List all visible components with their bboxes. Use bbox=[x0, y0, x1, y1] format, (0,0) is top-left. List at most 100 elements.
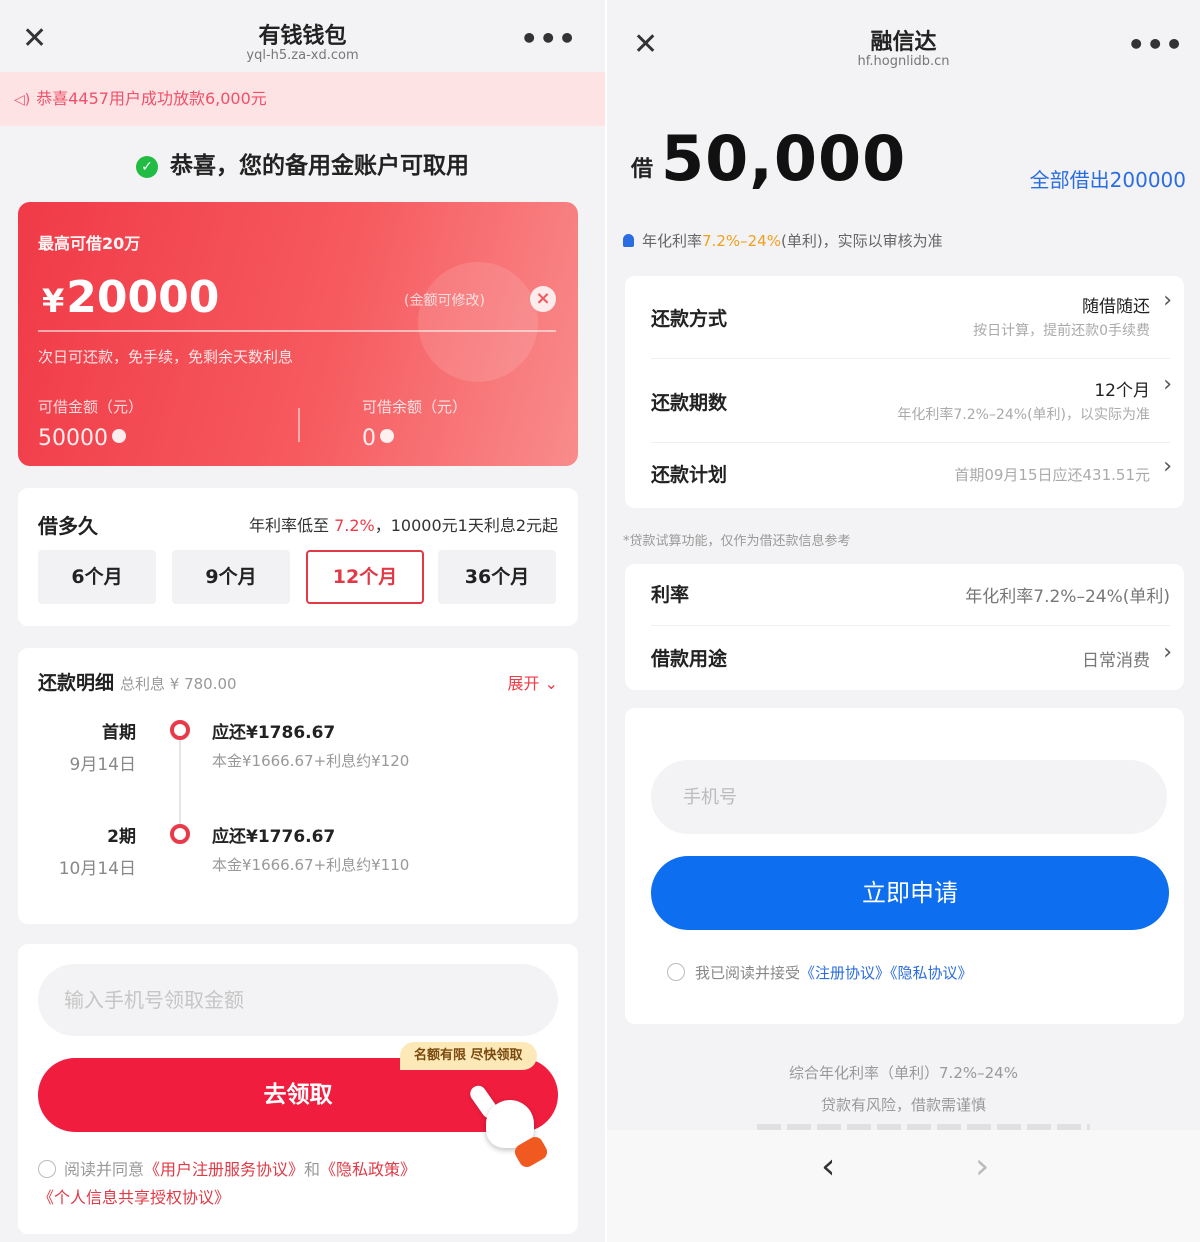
term-rate-text: 年利率低至 7.2%，10000元1天利息2元起 bbox=[249, 512, 558, 536]
page-title: 有钱钱包 bbox=[258, 24, 347, 49]
borrow-all-link[interactable]: 全部借出200000 bbox=[1030, 164, 1186, 193]
available-amount-value: 50000 bbox=[38, 426, 108, 451]
decoration-graphic bbox=[418, 262, 538, 382]
divider bbox=[651, 442, 1170, 443]
term-option-36[interactable]: 36个月 bbox=[438, 550, 556, 604]
forward-arrow-icon[interactable]: › bbox=[975, 1146, 989, 1187]
left-screen: ✕ 有钱钱包 yql-h5.za-xd.com ••• ◁) 恭喜4457用户成功… bbox=[0, 0, 605, 1242]
editable-hint: (金额可修改) bbox=[404, 293, 485, 309]
agree-prefix: 阅读并同意 bbox=[64, 1160, 145, 1179]
period-date: 9月14日 bbox=[69, 755, 136, 775]
check-icon: ✓ bbox=[136, 156, 158, 178]
footer-rate-note: 综合年化利率（单利）7.2%–24% bbox=[789, 1064, 1018, 1082]
repayment-plan-row[interactable]: 还款计划 首期09月15日应还431.51元 › bbox=[625, 444, 1184, 508]
more-menu-icon[interactable]: ••• bbox=[1127, 28, 1184, 61]
page-title: 融信达 bbox=[870, 30, 937, 55]
term-option-12[interactable]: 12个月 bbox=[306, 550, 424, 604]
expand-button[interactable]: 展开 ⌄ bbox=[507, 670, 558, 694]
row-value: 年化利率7.2%–24%(单利) bbox=[965, 587, 1170, 607]
total-interest: 总利息 ¥ 780.00 bbox=[120, 675, 237, 693]
rate-note-prefix: 年化利率 bbox=[642, 232, 703, 250]
borrow-label: 借 bbox=[631, 157, 654, 182]
right-header: ✕ 融信达 hf.hognlidb.cn ••• bbox=[607, 0, 1200, 80]
info-icon[interactable] bbox=[112, 429, 126, 443]
row-value: 随借随还 bbox=[1082, 297, 1150, 317]
more-menu-icon[interactable]: ••• bbox=[520, 22, 577, 55]
loan-notice-bar: ◁) 恭喜4457用户成功放款6,000元 bbox=[0, 72, 605, 126]
row-value: 日常消费 bbox=[1082, 651, 1150, 671]
success-message: ✓ 恭喜，您的备用金账户可取用 bbox=[0, 146, 605, 180]
divider bbox=[298, 408, 300, 442]
loan-amount-card: 最高可借20万 ¥20000 (金额可修改) × 次日可还款，免手续，免剩余天数… bbox=[18, 202, 578, 466]
period-detail: 本金¥1666.67+利息约¥120 bbox=[212, 752, 410, 770]
privacy-policy-link[interactable]: 《隐私政策》 bbox=[320, 1160, 416, 1179]
info-icon[interactable] bbox=[380, 429, 394, 443]
timeline-dot bbox=[170, 720, 190, 740]
user-agreement-link[interactable]: 《用户注册服务协议》 bbox=[144, 1160, 304, 1179]
available-amount: 50000 bbox=[38, 426, 126, 451]
available-amount-label: 可借金额（元） bbox=[38, 398, 144, 416]
rate-suffix: ，10000元1天利息2元起 bbox=[374, 516, 558, 535]
loan-amount[interactable]: ¥20000 bbox=[42, 272, 219, 323]
period-due: 应还¥1776.67 bbox=[212, 827, 336, 847]
speaker-icon: ◁) bbox=[14, 92, 31, 108]
info-sharing-link[interactable]: 《个人信息共享授权协议》 bbox=[38, 1188, 230, 1207]
back-arrow-icon[interactable]: ‹ bbox=[821, 1146, 835, 1187]
rate-value: 7.2% bbox=[334, 516, 375, 535]
row-key: 还款期数 bbox=[651, 392, 728, 414]
chevron-right-icon: › bbox=[1163, 454, 1172, 479]
currency-symbol: ¥ bbox=[42, 282, 65, 320]
register-agreement-link[interactable]: 《注册协议》 bbox=[800, 964, 890, 982]
agree-radio[interactable] bbox=[667, 963, 685, 981]
loan-term-card: 借多久 年利率低至 7.2%，10000元1天利息2元起 6个月 9个月 12个… bbox=[18, 488, 578, 626]
chevron-right-icon: › bbox=[1163, 288, 1172, 313]
agree-radio[interactable] bbox=[38, 1160, 56, 1178]
repayment-detail-card: 还款明细 总利息 ¥ 780.00 展开 ⌄ 首期 9月14日 应还¥1786.6… bbox=[18, 648, 578, 924]
row-key: 利率 bbox=[651, 584, 690, 606]
repayment-period: 首期 9月14日 应还¥1786.67 本金¥1666.67+利息约¥120 bbox=[18, 718, 578, 798]
agree-prefix: 我已阅读并接受 bbox=[695, 964, 801, 982]
pointing-hand-icon bbox=[467, 1082, 550, 1170]
repayment-method-row[interactable]: 还款方式 随借随还 按日计算，提前还款0手续费 › bbox=[625, 276, 1184, 359]
left-header: ✕ 有钱钱包 yql-h5.za-xd.com ••• bbox=[0, 0, 605, 72]
loan-purpose-row[interactable]: 借款用途 日常消费 › bbox=[625, 626, 1184, 690]
notice-text: 恭喜4457用户成功放款6,000元 bbox=[36, 89, 267, 108]
borrow-amount-value: 50,000 bbox=[661, 122, 907, 195]
period-name: 首期 bbox=[102, 723, 136, 743]
page-domain: yql-h5.za-xd.com bbox=[246, 48, 359, 63]
term-option-6[interactable]: 6个月 bbox=[38, 550, 156, 604]
browser-nav-bar: ‹ › bbox=[607, 1130, 1200, 1242]
footer-risk-note: 贷款有风险，借款需谨慎 bbox=[820, 1096, 986, 1114]
chevron-right-icon: › bbox=[1163, 372, 1172, 397]
apply-card: 立即申请 我已阅读并接受《注册协议》《隐私协议》 bbox=[625, 708, 1184, 1024]
success-text: 恭喜，您的备用金账户可取用 bbox=[170, 153, 469, 179]
term-option-9[interactable]: 9个月 bbox=[172, 550, 290, 604]
divider bbox=[38, 330, 556, 332]
expand-label: 展开 bbox=[507, 674, 540, 693]
page-domain: hf.hognlidb.cn bbox=[857, 54, 950, 69]
balance: 0 bbox=[362, 426, 394, 451]
apply-button[interactable]: 立即申请 bbox=[651, 856, 1169, 930]
period-due: 应还¥1786.67 bbox=[212, 723, 336, 743]
limited-quota-badge: 名额有限 尽快领取 bbox=[400, 1042, 537, 1070]
timeline-dot bbox=[170, 824, 190, 844]
row-value: 首期09月15日应还431.51元 bbox=[954, 466, 1150, 484]
row-value: 12个月 bbox=[1094, 381, 1150, 401]
phone-input[interactable] bbox=[38, 964, 558, 1036]
phone-input[interactable] bbox=[651, 760, 1167, 834]
period-detail: 本金¥1666.67+利息约¥110 bbox=[212, 856, 410, 874]
rate-prefix: 年利率低至 bbox=[248, 516, 329, 535]
calc-note: *贷款试算功能，仅作为借还款信息参考 bbox=[623, 534, 851, 549]
privacy-agreement-link[interactable]: 《隐私协议》 bbox=[890, 964, 973, 982]
repayment-periods-row[interactable]: 还款期数 12个月 年化利率7.2%–24%(单利)，以实际为准 › bbox=[625, 360, 1184, 443]
loan-terms-card: 还款方式 随借随还 按日计算，提前还款0手续费 › 还款期数 12个月 年化利率… bbox=[625, 276, 1184, 508]
and-text: 和 bbox=[304, 1160, 321, 1179]
repayment-title: 还款明细 总利息 ¥ 780.00 bbox=[38, 668, 237, 695]
term-title: 借多久 bbox=[38, 514, 98, 538]
rate-note-range: 7.2%–24% bbox=[702, 232, 781, 250]
clear-amount-icon[interactable]: × bbox=[530, 286, 556, 312]
agreement-text: 我已阅读并接受《注册协议》《隐私协议》 bbox=[667, 962, 973, 983]
repayment-period: 2期 10月14日 应还¥1776.67 本金¥1666.67+利息约¥110 bbox=[18, 822, 578, 902]
borrow-amount[interactable]: 借 50,000 bbox=[631, 122, 906, 195]
rate-note-suffix: (单利)，实际以审核为准 bbox=[780, 232, 943, 250]
